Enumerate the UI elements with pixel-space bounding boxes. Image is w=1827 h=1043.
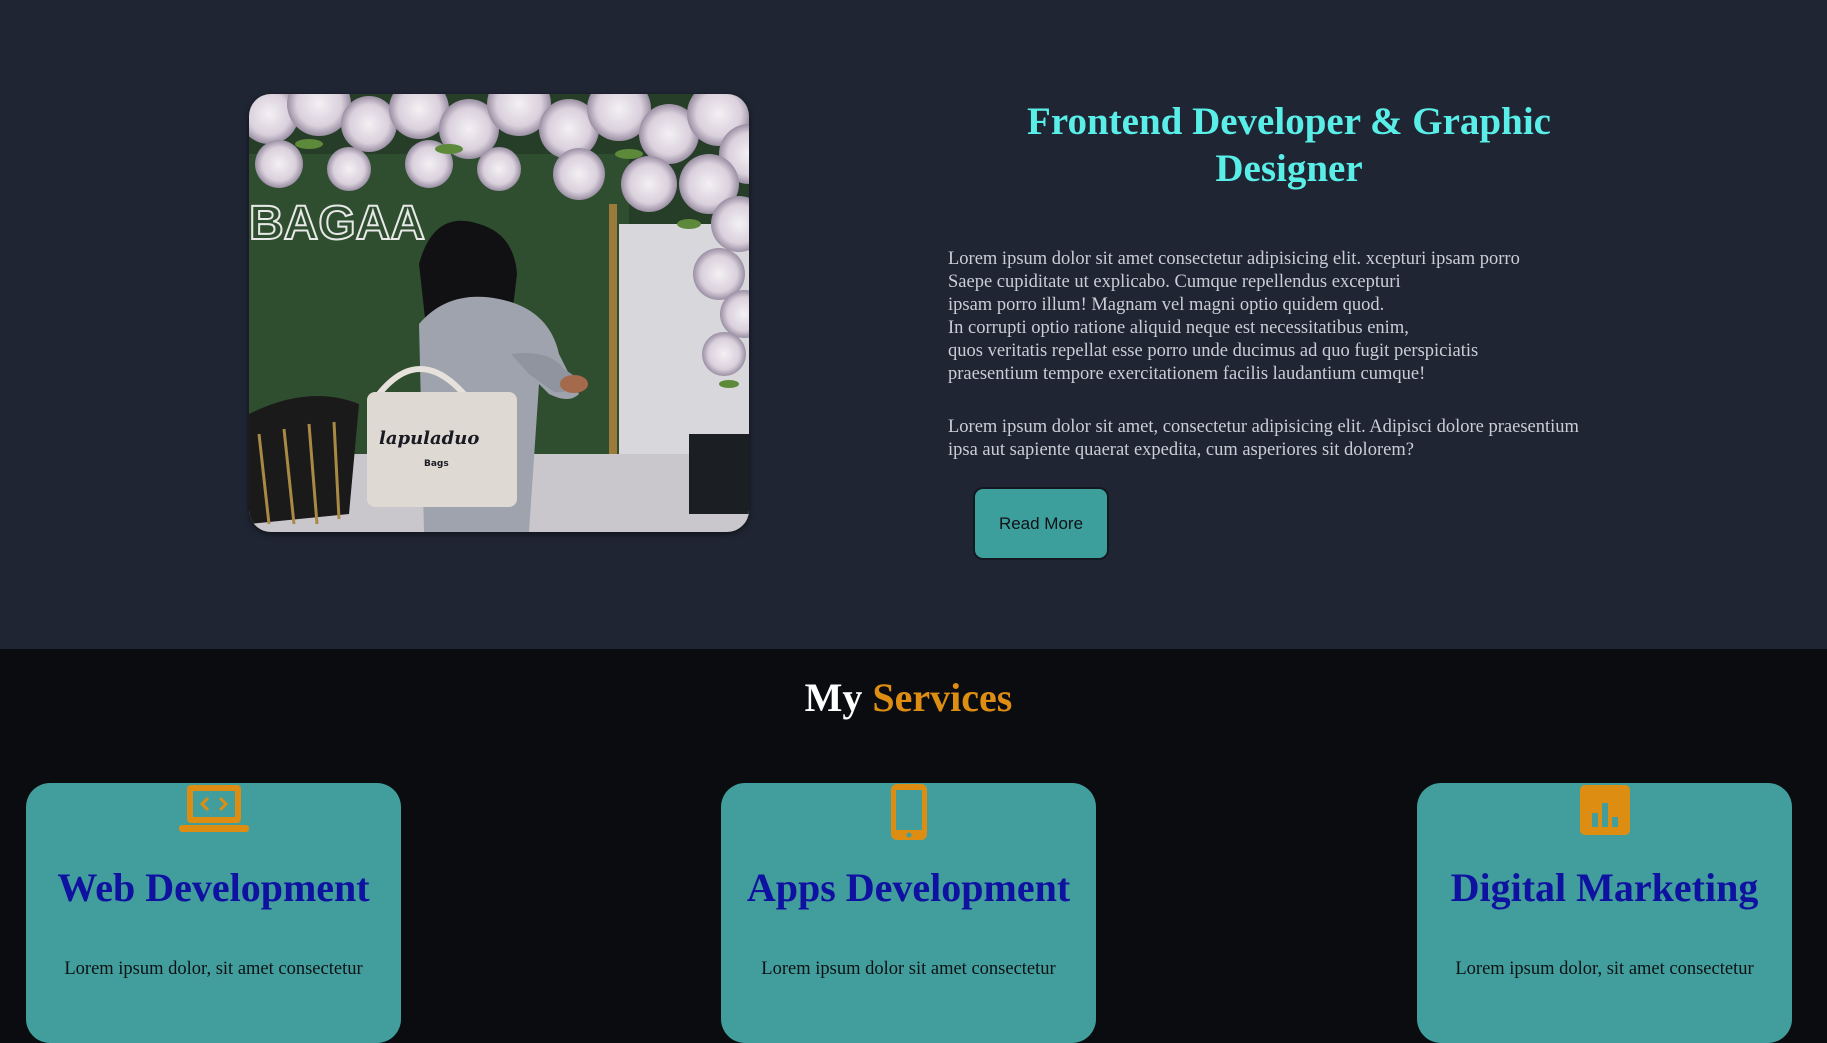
service-card-title: Web Development bbox=[57, 865, 370, 910]
service-card-title: Apps Development bbox=[746, 865, 1071, 910]
service-card-apps[interactable]: Apps Development Lorem ipsum dolor sit a… bbox=[721, 783, 1096, 1043]
service-card-text: Lorem ipsum dolor sit amet consectetur bbox=[761, 959, 1056, 979]
profile-photo: BAGAA lapuladuo Bags bbox=[249, 94, 749, 532]
about-section: BAGAA lapuladuo Bags Frontend Developer … bbox=[0, 0, 1827, 649]
service-card-title: Digital Marketing bbox=[1450, 865, 1759, 910]
service-card-text: Lorem ipsum dolor, sit amet consectetur bbox=[64, 959, 363, 979]
about-title: Frontend Developer & Graphic Designer bbox=[1027, 100, 1551, 190]
svg-text:lapuladuo: lapuladuo bbox=[379, 428, 479, 449]
read-more-button[interactable]: Read More bbox=[973, 487, 1109, 560]
svg-text:BAGAA: BAGAA bbox=[249, 197, 425, 250]
service-card-marketing[interactable]: Digital Marketing Lorem ipsum dolor, sit… bbox=[1417, 783, 1792, 1043]
chart-bar-icon bbox=[1417, 783, 1792, 838]
about-paragraph-2: Lorem ipsum dolor sit amet, consectetur … bbox=[948, 417, 1579, 460]
laptop-code-icon bbox=[26, 783, 401, 838]
service-card-text: Lorem ipsum dolor, sit amet consectetur bbox=[1455, 959, 1754, 979]
mobile-phone-icon bbox=[721, 783, 1096, 840]
services-title-accent: Services bbox=[872, 675, 1013, 720]
service-card-web[interactable]: Web Development Lorem ipsum dolor, sit a… bbox=[26, 783, 401, 1043]
profile-photo-image: BAGAA lapuladuo Bags bbox=[249, 94, 749, 532]
services-title: My Services bbox=[0, 673, 1817, 723]
svg-text:Bags: Bags bbox=[424, 459, 449, 469]
about-paragraph-1: Lorem ipsum dolor sit amet consectetur a… bbox=[948, 249, 1520, 384]
services-title-my: My bbox=[804, 675, 863, 720]
